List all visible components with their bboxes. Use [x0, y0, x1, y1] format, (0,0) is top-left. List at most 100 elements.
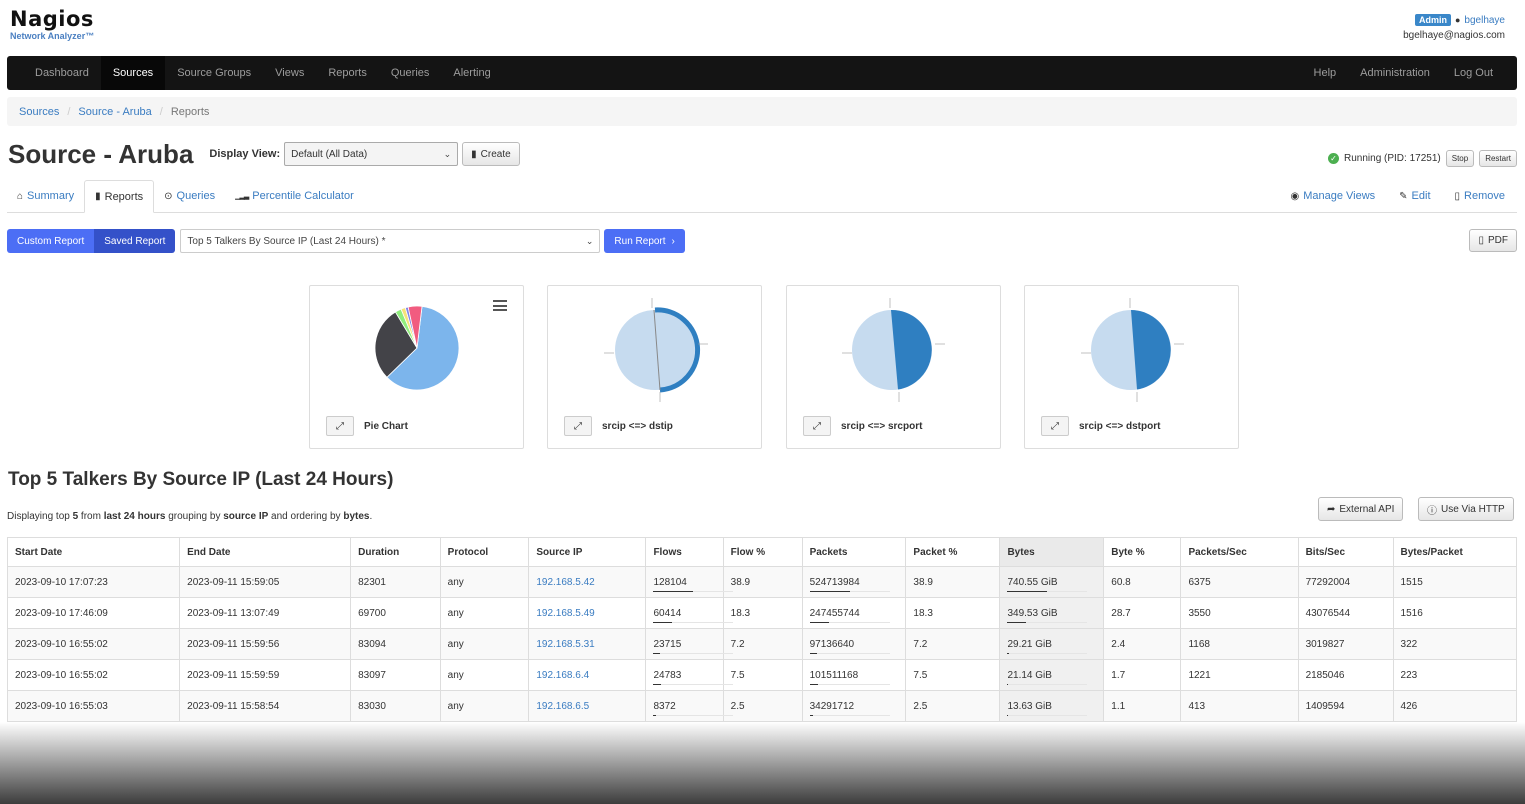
run-report-button[interactable]: Run Report ›	[604, 229, 685, 253]
table-cell: 97136640	[801, 628, 907, 660]
tab-label: Queries	[176, 190, 216, 202]
tab-label: Edit	[1411, 190, 1431, 202]
tab-reports[interactable]: ▮ Reports	[84, 180, 155, 213]
top-header: Nagios Network Analyzer™ Admin ● bgelhay…	[0, 0, 1525, 56]
table-cell: 2023-09-10 16:55:02	[6, 628, 181, 660]
custom-report-button[interactable]: Custom Report	[7, 229, 95, 253]
nav-item-sources[interactable]: Sources	[100, 56, 166, 90]
column-header-bytes[interactable]: Bytes	[999, 537, 1105, 567]
admin-badge: Admin	[1414, 14, 1451, 26]
table-cell: 24783	[645, 659, 734, 691]
table-cell[interactable]: 192.168.5.49	[528, 597, 647, 629]
column-header-source-ip[interactable]: Source IP	[528, 537, 647, 567]
tab-edit[interactable]: ✎ Edit	[1387, 180, 1442, 212]
column-header-flow-[interactable]: Flow %	[722, 537, 803, 567]
tab-remove[interactable]: ▯ Remove	[1443, 180, 1517, 212]
table-cell: 83094	[350, 628, 441, 660]
saved-report-select[interactable]: Top 5 Talkers By Source IP (Last 24 Hour…	[180, 229, 601, 253]
stop-button[interactable]: Stop	[1445, 150, 1475, 167]
talkers-table: Start Date End Date Duration Protocol Source…	[6, 537, 1518, 722]
table-cell[interactable]: 192.168.6.5	[528, 690, 647, 722]
table-cell: 2023-09-10 16:55:03	[6, 690, 181, 722]
column-header-packets[interactable]: Packets	[801, 537, 907, 567]
table-cell: any	[439, 659, 530, 691]
table-cell: 2023-09-10 17:46:09	[6, 597, 181, 629]
nav-item-reports[interactable]: Reports	[316, 56, 379, 90]
document-icon: ▮	[95, 191, 101, 202]
expand-icon[interactable]: ⤢	[564, 416, 592, 436]
nav-item-help[interactable]: Help	[1302, 56, 1349, 90]
chord-diagram[interactable]	[1025, 286, 1240, 416]
nav-item-queries[interactable]: Queries	[379, 56, 442, 90]
inline-bar	[809, 591, 890, 592]
column-header-bytes-packet[interactable]: Bytes/Packet	[1392, 537, 1518, 567]
column-header-bits-sec[interactable]: Bits/Sec	[1297, 537, 1394, 567]
chord-diagram[interactable]	[548, 286, 763, 416]
table-cell[interactable]: 192.168.6.4	[528, 659, 647, 691]
info-icon: ⓘ	[1427, 505, 1437, 517]
card-title: srcip <=> dstip	[602, 420, 673, 432]
username-link[interactable]: bgelhaye	[1464, 15, 1505, 26]
check-circle-icon: ✓	[1328, 153, 1339, 164]
restart-button[interactable]: Restart	[1479, 150, 1517, 167]
table-cell[interactable]: 192.168.5.31	[528, 628, 647, 660]
tab-percentile-calculator[interactable]: ▁▂▃ Percentile Calculator	[225, 180, 364, 212]
table-cell: 60414	[645, 597, 734, 629]
logo-main-text: Nagios	[10, 7, 94, 31]
table-cell: 2023-09-11 15:59:05	[179, 566, 352, 598]
share-icon: ➦	[1327, 503, 1336, 515]
table-cell: 38.9	[905, 566, 1001, 598]
table-cell[interactable]: 192.168.5.42	[528, 566, 647, 598]
table-row: 2023-09-10 17:46:09 2023-09-11 13:07:49 69…	[6, 597, 1518, 629]
table-row: 2023-09-10 17:07:23 2023-09-11 15:59:05 82…	[6, 566, 1518, 598]
inline-bar	[1007, 622, 1088, 623]
nav-item-source-groups[interactable]: Source Groups	[165, 56, 263, 90]
table-cell: 8372	[645, 690, 734, 722]
table-cell: 83030	[350, 690, 441, 722]
display-view-select[interactable]: Default (All Data) ⌄	[284, 142, 459, 166]
inline-bar	[809, 715, 890, 716]
table-cell: 82301	[350, 566, 441, 598]
tab-queries[interactable]: ⊙ Queries	[154, 180, 225, 212]
external-api-button[interactable]: ➦ External API	[1318, 497, 1404, 521]
table-cell: 1516	[1392, 597, 1518, 629]
report-title: Top 5 Talkers By Source IP (Last 24 Hour…	[8, 469, 394, 490]
pdf-button[interactable]: ▯ PDF	[1469, 229, 1517, 252]
table-cell: 6375	[1180, 566, 1299, 598]
nav-item-log-out[interactable]: Log Out	[1442, 56, 1505, 90]
expand-icon[interactable]: ⤢	[326, 416, 354, 436]
column-header-packets-sec[interactable]: Packets/Sec	[1180, 537, 1299, 567]
column-header-byte-[interactable]: Byte %	[1103, 537, 1182, 567]
nagios-logo[interactable]: Nagios Network Analyzer™	[10, 8, 94, 41]
inline-bar	[1007, 684, 1088, 685]
table-cell: 2023-09-11 15:59:59	[179, 659, 352, 691]
breadcrumb-source-aruba[interactable]: Source - Aruba	[78, 106, 151, 118]
table-cell: 101511168	[801, 659, 907, 691]
nav-item-administration[interactable]: Administration	[1348, 56, 1442, 90]
chord-diagram[interactable]	[787, 286, 1002, 416]
table-cell: 83097	[350, 659, 441, 691]
nav-item-views[interactable]: Views	[263, 56, 316, 90]
expand-icon[interactable]: ⤢	[803, 416, 831, 436]
column-header-packet-[interactable]: Packet %	[905, 537, 1001, 567]
saved-report-button[interactable]: Saved Report	[94, 229, 176, 253]
column-header-start-date[interactable]: Start Date	[6, 537, 181, 567]
column-header-protocol[interactable]: Protocol	[439, 537, 530, 567]
nav-item-dashboard[interactable]: Dashboard	[7, 56, 101, 90]
table-cell: 3550	[1180, 597, 1299, 629]
column-header-end-date[interactable]: End Date	[179, 537, 352, 567]
pie-chart-card: ⤢ Pie Chart	[309, 285, 524, 449]
use-via-http-button[interactable]: ⓘ Use Via HTTP	[1418, 497, 1514, 521]
column-header-duration[interactable]: Duration	[350, 537, 441, 567]
nav-item-alerting[interactable]: Alerting	[441, 56, 502, 90]
create-view-button[interactable]: ▮ Create	[462, 142, 520, 166]
tab-summary[interactable]: ⌂ Summary	[7, 180, 84, 212]
column-header-flows[interactable]: Flows	[645, 537, 724, 567]
srcip-srcport-card: ⤢ srcip <=> srcport	[786, 285, 1001, 449]
table-cell: 2.5	[905, 690, 1001, 722]
chart-menu-icon[interactable]	[493, 300, 507, 311]
tab-manage-views[interactable]: ◉ Manage Views	[1278, 180, 1387, 212]
table-cell: 29.21 GiB	[999, 628, 1105, 660]
breadcrumb-sources[interactable]: Sources	[19, 106, 59, 118]
expand-icon[interactable]: ⤢	[1041, 416, 1069, 436]
